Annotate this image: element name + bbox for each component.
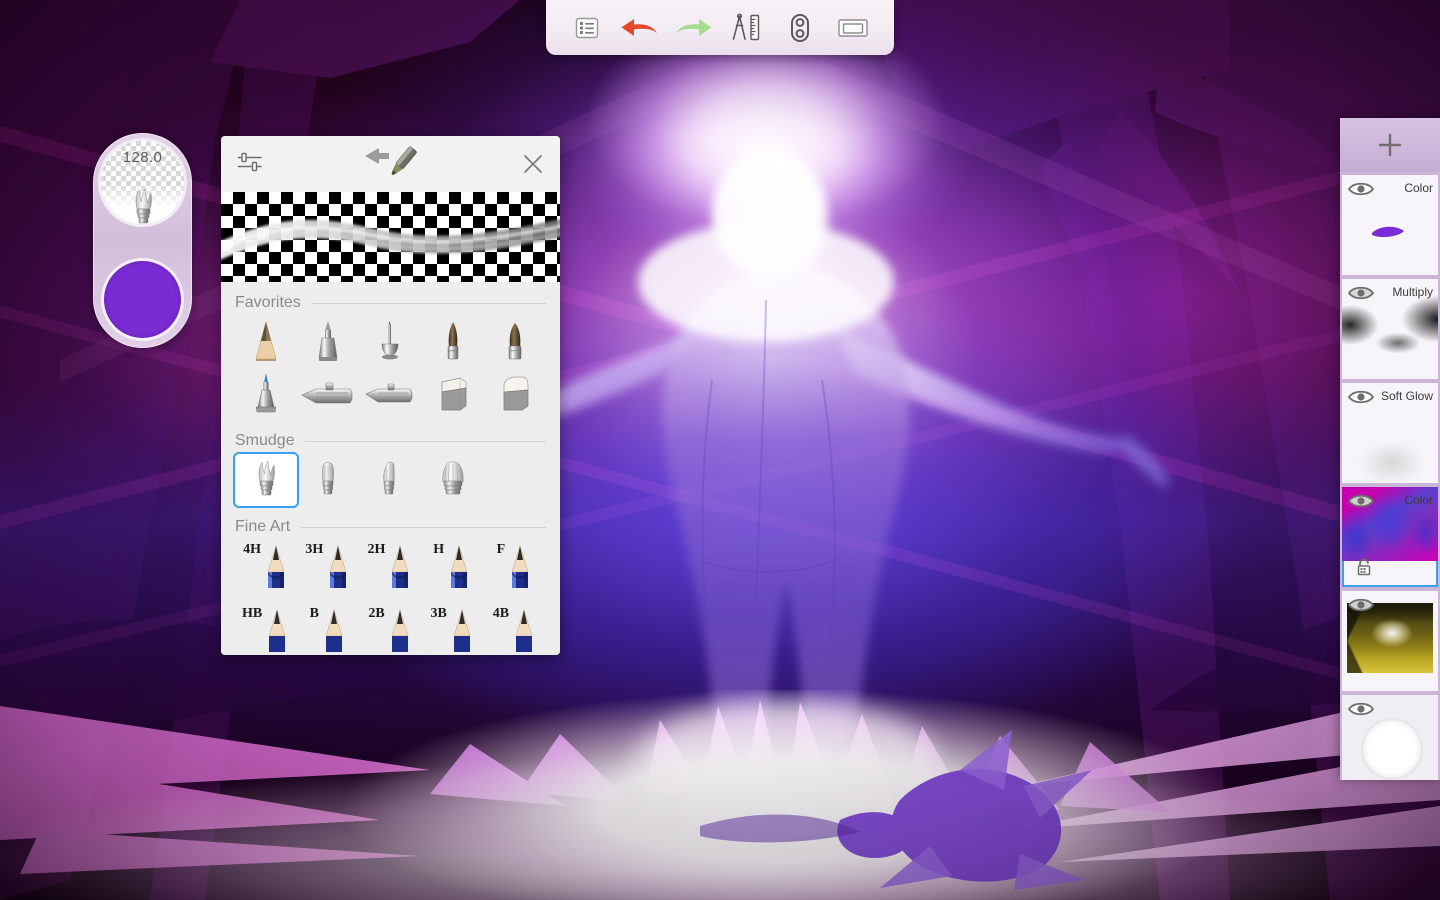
brush-section-smudge: Smudge [221,420,560,506]
section-header: Smudge [235,420,546,454]
brush-airbrush-small-icon[interactable] [359,368,421,420]
section-divider [311,303,546,304]
layers-list[interactable]: Color Multiply [1340,172,1440,780]
layer-name: Multiply [1392,285,1433,299]
brush-section-fine-art: Fine Art 4H [221,506,560,655]
favorites-brush-grid [235,316,546,420]
brush-size-color-widget: 128.0 [93,133,192,348]
brush-smudge-fan-icon[interactable] [422,454,484,506]
layer-item-photo-reference[interactable] [1342,591,1438,691]
brush-size-dial[interactable]: 128.0 [98,138,187,227]
section-header: Fine Art [235,506,546,540]
top-toolbar [546,0,894,55]
brush-chrome-marker-icon[interactable] [297,316,359,368]
pencil-label: 4B [493,606,509,622]
brush-eraser-round-icon[interactable] [484,368,546,420]
pencil-3b[interactable]: 3B [422,604,484,655]
brush-pencil-tan-icon[interactable] [235,316,297,368]
brush-panel-body[interactable]: Favorites [221,282,560,655]
brush-smudge-flat-icon[interactable] [297,454,359,506]
compass-ruler-icon[interactable] [725,8,769,48]
eye-icon[interactable] [1348,285,1374,306]
brush-size-value: 128.0 [123,149,163,166]
layer-item-color-top[interactable]: Color [1342,175,1438,275]
pencil-label: HB [242,606,262,622]
layers-panel: Color Multiply [1340,118,1440,780]
section-title-fine-art: Fine Art [235,518,290,536]
pencil-label: 2B [368,606,384,622]
smudge-brush-grid [235,454,546,506]
pencil-b[interactable]: B [297,604,359,655]
pencil-label: 4H [243,542,261,558]
eye-icon[interactable] [1348,181,1374,202]
plus-icon[interactable] [1340,118,1440,172]
list-menu-icon[interactable] [565,8,609,48]
pencil-f[interactable]: F [484,540,546,604]
brush-preview-icon[interactable] [363,144,419,189]
brush-airbrush-side-icon[interactable] [297,368,359,420]
pencil-2h[interactable]: 2H [359,540,421,604]
close-icon[interactable] [518,149,548,179]
fine-art-pencil-row-2: HB B [235,604,546,655]
pencil-label: 2H [368,542,386,558]
layers-toggle-icon[interactable] [778,8,822,48]
brush-smudge-angle-icon[interactable] [359,454,421,506]
eye-icon[interactable] [1348,701,1374,722]
smudge-brush-icon [128,189,158,227]
app-root: 128.0 [0,0,1440,900]
sliders-icon[interactable] [237,150,263,179]
section-divider [305,441,546,442]
brush-chrome-pen-icon[interactable] [359,316,421,368]
undo-arrow-icon[interactable] [618,8,662,48]
pencil-2b[interactable]: 2B [359,604,421,655]
layer-name: Soft Glow [1381,389,1433,403]
brush-picker-panel: Favorites [221,136,560,655]
layer-name: Color [1404,493,1433,507]
brush-blue-marker-icon[interactable] [235,368,297,420]
pencil-label: 3B [431,606,447,622]
eye-icon[interactable] [1348,597,1374,618]
lock-icon[interactable] [1356,558,1372,581]
pencil-h[interactable]: H [422,540,484,604]
brush-flat-bristle-icon[interactable] [484,316,546,368]
smudge-grid-empty [484,454,546,506]
pencil-label: H [433,542,444,558]
pencil-label: 3H [305,542,323,558]
pencil-hb[interactable]: HB [235,604,297,655]
pencil-3h[interactable]: 3H [297,540,359,604]
pencil-4h[interactable]: 4H [235,540,297,604]
pencil-4b[interactable]: 4B [484,604,546,655]
color-swatch[interactable] [101,258,184,341]
brush-round-bristle-icon[interactable] [422,316,484,368]
layer-item-white-base[interactable] [1342,695,1438,780]
canvas-icon[interactable] [831,8,875,48]
fine-art-pencil-row-1: 4H 3H [235,540,546,604]
layer-item-soft-glow[interactable]: Soft Glow [1342,383,1438,483]
section-header: Favorites [235,282,546,316]
artwork-vignette [0,0,1440,900]
pencil-label: B [310,606,319,622]
section-divider [300,527,546,528]
section-title-smudge: Smudge [235,432,295,450]
layer-item-color-selected[interactable]: Color [1342,487,1438,587]
layer-name: Color [1404,181,1433,195]
brush-section-favorites: Favorites [221,282,560,420]
brush-stroke-preview[interactable] [221,192,560,282]
eye-icon[interactable] [1348,493,1374,514]
layer-item-multiply[interactable]: Multiply [1342,279,1438,379]
eye-icon[interactable] [1348,389,1374,410]
canvas-artwork[interactable] [0,0,1440,900]
pencil-label: F [497,542,506,558]
brush-eraser-square-icon[interactable] [422,368,484,420]
section-title-favorites: Favorites [235,294,301,312]
brush-panel-header [221,136,560,192]
redo-arrow-icon[interactable] [671,8,715,48]
brush-smudge-spread-icon[interactable] [235,454,297,506]
